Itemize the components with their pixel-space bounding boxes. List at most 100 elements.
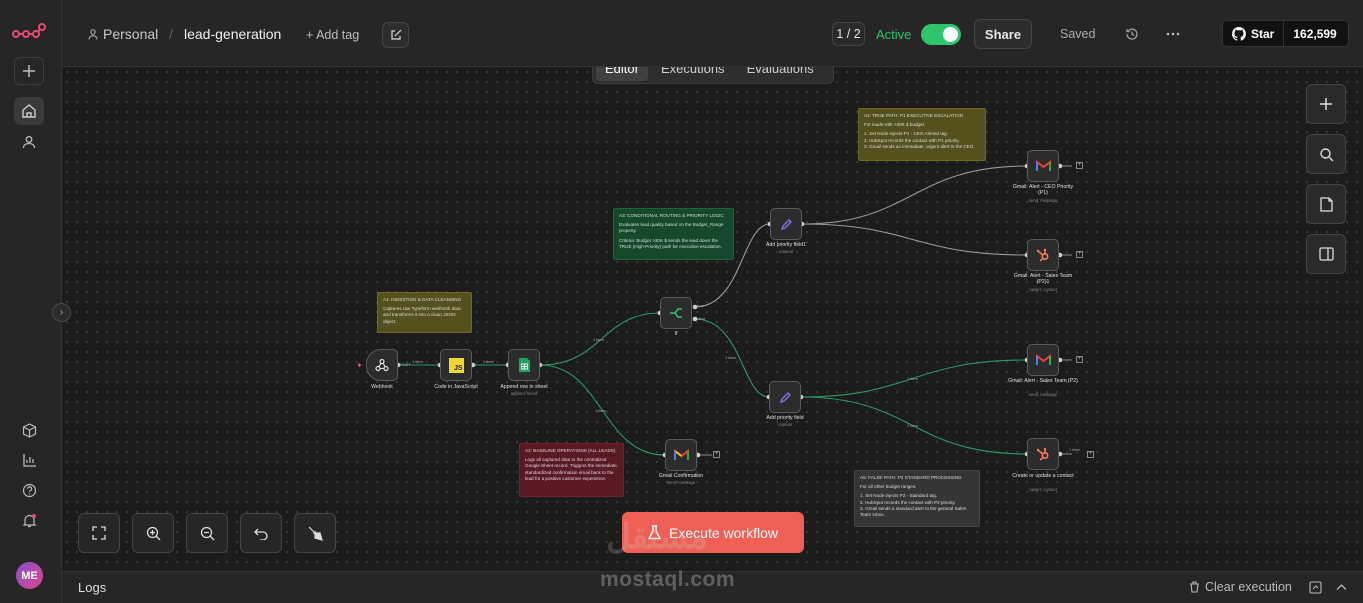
tab-evaluations[interactable]: Evaluations [738, 67, 823, 81]
workflow-canvas[interactable]: ✦ POST 1 item 1 item 1 item 1 item true … [62, 67, 1363, 571]
node-add-priority-field1[interactable] [770, 208, 802, 240]
sticky-note-a3[interactable]: A3: CONDITIONAL ROUTING & PRIORITY LOGIC… [613, 208, 734, 260]
pop-out-icon[interactable] [1309, 581, 1322, 594]
edge-label-items: 1 item [907, 376, 918, 381]
gmail-icon [1035, 354, 1051, 365]
node-sub-hubspot-bottom: upsert: contact [1029, 487, 1057, 492]
active-toggle[interactable] [921, 24, 961, 45]
tab-executions[interactable]: Executions [652, 67, 734, 81]
edit-description-button[interactable] [382, 22, 409, 48]
sticky-note-a4[interactable]: A4: TRUE PATH: P1 EXECUTIVE ESCALATION F… [858, 108, 986, 161]
zoom-in-button[interactable] [132, 513, 174, 553]
home-icon [22, 104, 36, 118]
breadcrumb-separator: / [169, 26, 173, 42]
node-if[interactable] [660, 297, 692, 329]
gmail-icon [673, 449, 689, 460]
hubspot-icon [1036, 447, 1049, 461]
undo-button[interactable] [240, 513, 282, 553]
user-icon [22, 136, 36, 149]
node-label-gmail-ceo: Gmail: Alert - CEO Priority (P1) [1012, 184, 1074, 197]
add-node-button[interactable]: + [1087, 451, 1094, 458]
add-sticky-button[interactable] [1306, 184, 1346, 224]
workflow-name[interactable]: lead-generation [184, 26, 281, 42]
github-star-button[interactable]: Star 162,599 [1222, 20, 1349, 47]
help-icon [22, 483, 36, 497]
sidebar-item-help[interactable] [14, 476, 44, 504]
undo-icon [254, 528, 268, 540]
watermark-arabic: مستقل [606, 518, 708, 556]
node-label-hubspot-bottom: Create or update a contact [1012, 473, 1074, 479]
node-sub-gmail-ceo: send: message [1028, 198, 1058, 203]
webhook-icon [375, 358, 389, 372]
pencil-icon [779, 391, 791, 403]
sticky-note-a5[interactable]: A5: FALSE PATH: P2 STANDARD PROCESSING F… [854, 470, 980, 527]
github-icon [1232, 26, 1246, 41]
node-sheet[interactable] [508, 349, 540, 381]
node-gmail-ceo[interactable] [1027, 150, 1059, 182]
sidebar-item-personal[interactable] [14, 128, 44, 156]
node-webhook[interactable] [366, 349, 398, 381]
chevron-right-icon: › [59, 307, 64, 318]
create-button[interactable] [14, 57, 44, 85]
node-gmail-p2[interactable] [1027, 344, 1059, 376]
more-options-icon[interactable] [1166, 32, 1180, 36]
trash-icon [1190, 581, 1199, 593]
zoom-in-icon [146, 526, 160, 540]
search-nodes-button[interactable] [1306, 134, 1346, 174]
add-tag-button[interactable]: + Add tag [306, 28, 359, 42]
watermark-mostaql: mostaql.com [600, 568, 736, 591]
node-hubspot-bottom[interactable] [1027, 438, 1059, 470]
edit-icon [390, 29, 401, 40]
sidebar-item-home[interactable] [14, 97, 44, 125]
breadcrumb-project[interactable]: Personal [88, 26, 158, 42]
sidebar-item-insights[interactable] [14, 446, 44, 474]
toggle-panel-button[interactable] [1306, 234, 1346, 274]
add-node-button[interactable]: + [1076, 162, 1083, 169]
clear-execution-button[interactable]: Clear execution [1189, 580, 1292, 594]
node-label-priority: Add priority field [766, 415, 804, 421]
edge-label-items: 1 item [593, 337, 604, 342]
edge-label-items: 1 item [1069, 447, 1080, 452]
sidebar-collapse-button[interactable]: › [52, 303, 71, 322]
trigger-marker: ✦ [356, 361, 363, 370]
edge-priority1-hubspot [801, 223, 1028, 256]
add-node-button[interactable]: + [713, 451, 720, 458]
bell-icon [22, 513, 36, 527]
node-hubspot-top[interactable] [1027, 239, 1059, 271]
zoom-to-fit-button[interactable] [78, 513, 120, 553]
open-nodes-panel-button[interactable] [1306, 84, 1346, 124]
user-icon [88, 28, 98, 40]
tab-editor[interactable]: Editor [596, 67, 648, 81]
gmail-icon [1035, 160, 1051, 171]
hubspot-icon [1036, 248, 1049, 262]
note-item: 3. Gmail sends a standard alert to the g… [860, 505, 966, 517]
sidebar-item-templates[interactable] [14, 416, 44, 444]
github-star-label: Star [1251, 26, 1275, 41]
avatar[interactable]: ME [16, 562, 43, 589]
note-body: Criteria: Budget >30K $ sends the lead d… [619, 237, 722, 249]
chevron-up-icon[interactable] [1336, 583, 1347, 591]
version-indicator[interactable]: 1 / 2 [832, 22, 865, 46]
node-gmail-confirmation[interactable] [665, 439, 697, 471]
note-title: A2: BASELINE OPERATIONS (ALL LEADS) [525, 448, 616, 453]
sticky-note-a2[interactable]: A2: BASELINE OPERATIONS (ALL LEADS) Logs… [519, 443, 624, 497]
history-icon[interactable] [1125, 27, 1139, 41]
node-sub-sheet: append: sheet [510, 391, 538, 396]
n8n-app: ME › Personal / lead-generation + Add ta… [0, 0, 1363, 603]
plus-icon [23, 65, 35, 77]
n8n-logo-icon[interactable] [12, 22, 46, 42]
sidebar-item-notifications[interactable] [14, 506, 44, 534]
broom-icon [308, 526, 323, 541]
share-button[interactable]: Share [974, 19, 1032, 49]
add-node-button[interactable]: + [1076, 356, 1083, 363]
sticky-note-a1[interactable]: A1: INGESTION & DATA CLEANSING Captures … [377, 292, 472, 333]
node-add-priority-field[interactable] [769, 381, 801, 413]
zoom-out-button[interactable] [186, 513, 228, 553]
add-node-button[interactable]: + [1076, 251, 1083, 258]
tidy-up-button[interactable] [294, 513, 336, 553]
note-title: A3: CONDITIONAL ROUTING & PRIORITY LOGIC [619, 213, 724, 218]
edge-label-post: POST [400, 362, 411, 367]
edge-label-false: false [697, 316, 706, 321]
node-code[interactable]: JS [440, 349, 472, 381]
left-sidebar: ME [0, 0, 62, 603]
